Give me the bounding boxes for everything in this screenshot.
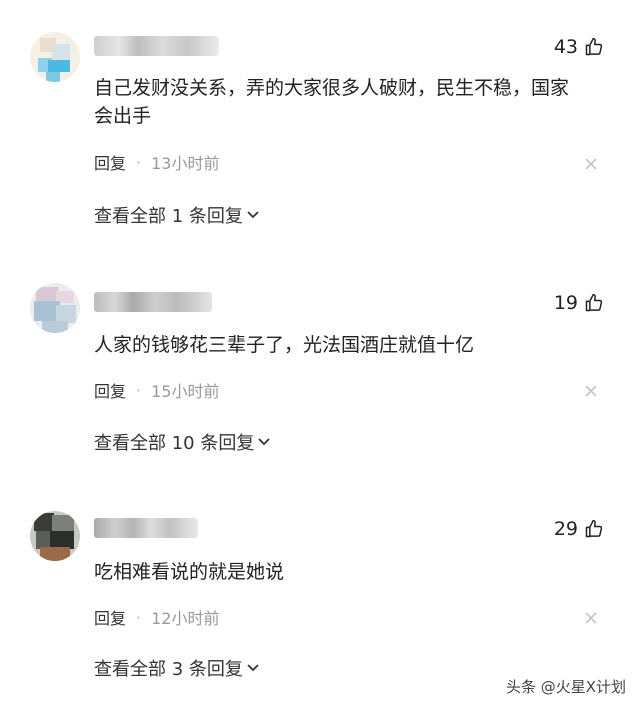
view-replies-label: 查看全部 1 条回复: [94, 206, 243, 227]
close-icon[interactable]: [584, 157, 598, 171]
comment-meta: 回复 · 13小时前: [94, 150, 219, 174]
comment-meta: 回复 · 15小时前: [94, 378, 219, 402]
thumbs-up-icon: [585, 293, 603, 312]
chevron-down-icon: [258, 438, 270, 446]
watermark: 头条 @火星X计划: [505, 678, 626, 696]
comment-time: 15小时前: [151, 382, 220, 401]
view-replies-button[interactable]: 查看全部 3 条回复: [94, 655, 260, 681]
chevron-down-icon: [247, 211, 259, 219]
view-replies-button[interactable]: 查看全部 1 条回复: [94, 202, 260, 228]
thumbs-up-icon: [585, 519, 603, 538]
like-count: 29: [553, 518, 578, 540]
view-replies-label: 查看全部 3 条回复: [94, 659, 243, 680]
view-replies-label: 查看全部 10 条回复: [94, 433, 255, 454]
comment-text: 人家的钱够花三辈子了，光法国酒庄就值十亿: [94, 334, 475, 356]
thumbs-up-icon: [585, 37, 603, 56]
username-blurred[interactable]: [94, 518, 198, 538]
reply-button[interactable]: 回复: [94, 605, 126, 629]
meta-separator: ·: [136, 380, 142, 400]
avatar[interactable]: [30, 511, 80, 561]
chevron-down-icon: [247, 664, 259, 672]
close-icon[interactable]: [584, 384, 598, 398]
comment-text: 自己发财没关系，弄的大家很多人破财，民生不稳，国家 会出手: [94, 77, 570, 127]
meta-separator: ·: [136, 607, 142, 627]
comment-time: 13小时前: [151, 154, 220, 173]
view-replies-button[interactable]: 查看全部 10 条回复: [94, 429, 271, 455]
avatar[interactable]: [30, 283, 80, 333]
reply-button[interactable]: 回复: [94, 378, 126, 402]
like-count: 19: [553, 292, 578, 314]
like-button[interactable]: 29: [554, 518, 604, 540]
avatar[interactable]: [30, 32, 80, 82]
reply-button[interactable]: 回复: [94, 150, 126, 174]
username-blurred[interactable]: [94, 292, 212, 312]
close-icon[interactable]: [584, 611, 598, 625]
comment-time: 12小时前: [151, 609, 220, 628]
like-button[interactable]: 43: [554, 36, 604, 58]
comment-text: 吃相难看说的就是她说: [94, 561, 285, 583]
like-button[interactable]: 19: [554, 292, 604, 314]
meta-separator: ·: [136, 152, 142, 172]
like-count: 43: [553, 36, 578, 58]
comment-meta: 回复 · 12小时前: [94, 605, 219, 629]
username-blurred[interactable]: [94, 36, 219, 56]
